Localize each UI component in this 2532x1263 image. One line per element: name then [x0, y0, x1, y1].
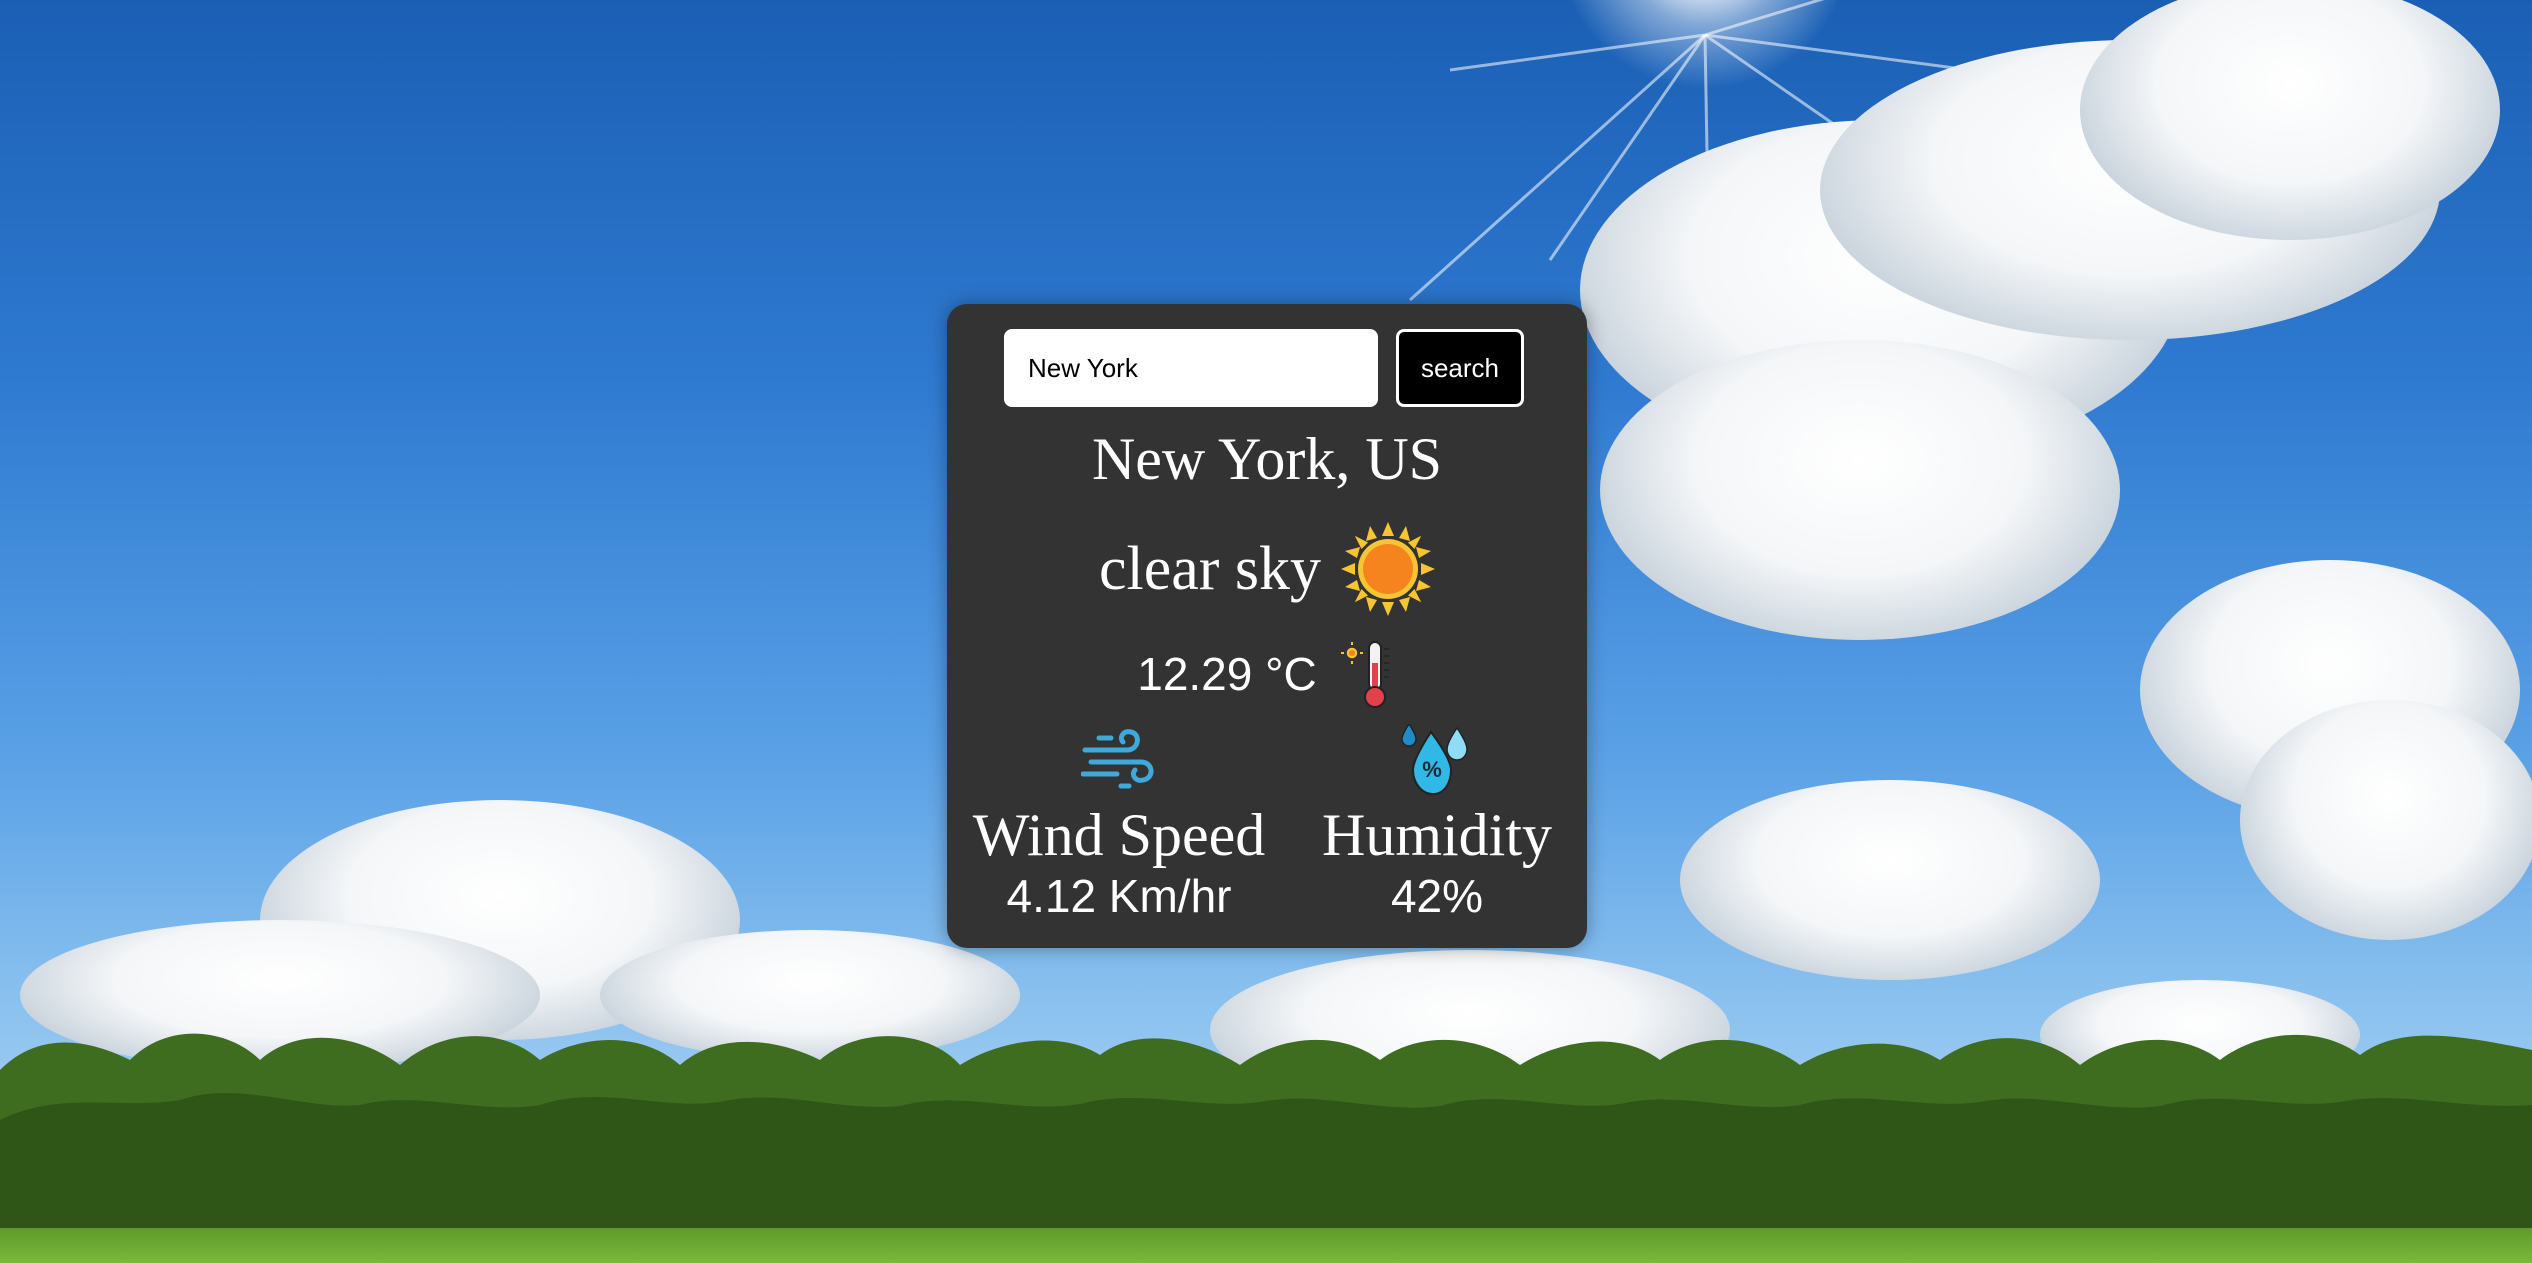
temperature-value: 12.29 °C — [1137, 648, 1317, 700]
wind-speed-stat: Wind Speed 4.12 Km/hr — [963, 724, 1275, 922]
weather-card: search New York, US clear sky — [947, 304, 1587, 948]
wind-speed-label: Wind Speed — [972, 802, 1266, 868]
city-search-input[interactable] — [1004, 329, 1378, 407]
cloud — [1600, 340, 2120, 640]
svg-text:%: % — [1422, 757, 1442, 782]
grass — [0, 1228, 2532, 1263]
wind-icon — [1081, 729, 1154, 789]
cloud — [1680, 780, 2100, 980]
cloud — [2240, 700, 2532, 940]
temperature-row: 12.29 °C — [947, 634, 1587, 714]
search-bar: search — [1004, 325, 1524, 407]
weather-description-row: clear sky — [947, 519, 1587, 619]
humidity-value: 42% — [1390, 870, 1484, 922]
humidity-icon: % — [1401, 724, 1468, 796]
search-button[interactable]: search — [1396, 329, 1524, 407]
thermometer-icon — [1340, 641, 1389, 708]
sun-icon — [1341, 522, 1436, 616]
humidity-label: Humidity — [1321, 802, 1552, 868]
tree-line — [0, 1033, 2532, 1263]
wind-speed-value: 4.12 Km/hr — [1006, 870, 1232, 922]
humidity-stat: % Humidity 42% — [1311, 724, 1563, 922]
weather-description: clear sky — [1098, 535, 1322, 603]
location-title: New York, US — [1091, 426, 1443, 492]
